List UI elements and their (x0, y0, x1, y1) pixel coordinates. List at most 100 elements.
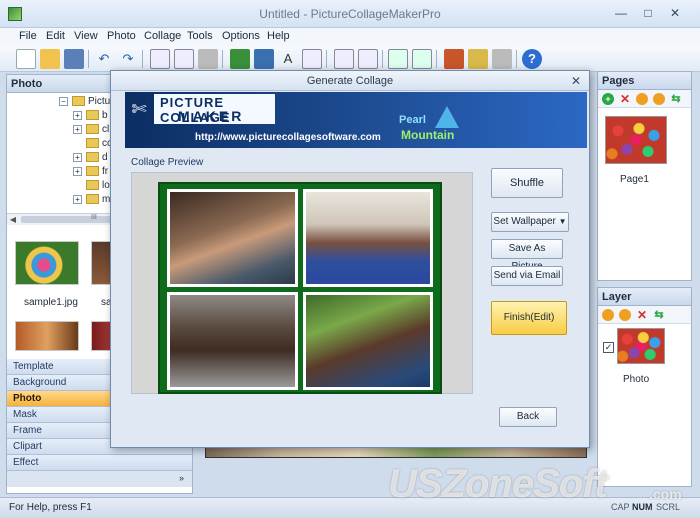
chevron-down-icon[interactable]: » (179, 473, 184, 483)
new-file-icon[interactable] (16, 49, 36, 69)
save-as-picture-button[interactable]: Save As Picture (491, 239, 563, 272)
layer-visibility-checkbox[interactable]: ✓ (603, 342, 614, 353)
collage-preview-area (131, 172, 473, 394)
shuffle-button[interactable]: Shuffle (491, 168, 563, 198)
page-setup-icon[interactable] (334, 49, 354, 69)
collage-photo-1[interactable] (167, 189, 298, 287)
layout-icon[interactable] (388, 49, 408, 69)
undo-icon[interactable]: ↶ (94, 49, 114, 69)
print-icon[interactable] (198, 49, 218, 69)
save-icon[interactable] (64, 49, 84, 69)
menu-options[interactable]: Options (222, 30, 260, 42)
category-effect[interactable]: Effect (7, 455, 192, 471)
wallpaper-icon[interactable] (444, 49, 464, 69)
move-page-up-icon[interactable] (636, 93, 648, 105)
menu-tools[interactable]: Tools (187, 30, 213, 42)
close-window-button[interactable]: ✕ (664, 5, 686, 22)
delete-page-icon[interactable]: ✕ (619, 93, 631, 105)
menu-file[interactable]: File (19, 30, 37, 42)
redo-icon[interactable]: ↷ (118, 49, 138, 69)
product-banner: ✄ PICTURE COLLAGE MAKER Pearl Mountain h… (125, 92, 587, 148)
minimize-button[interactable]: — (610, 5, 632, 22)
add-text-icon[interactable]: A (278, 49, 298, 69)
collage-photo-4[interactable] (303, 292, 433, 390)
add-clipart-icon[interactable] (254, 49, 274, 69)
layer-down-icon[interactable] (619, 309, 631, 321)
print-preview-icon[interactable] (492, 49, 512, 69)
banner-url: http://www.picturecollagesoftware.com (195, 132, 381, 143)
set-wallpaper-button[interactable]: Set Wallpaper ▼ (491, 212, 569, 232)
pages-panel: Pages + ✕ ⇆ Page1 (597, 71, 692, 281)
paste-icon[interactable] (174, 49, 194, 69)
move-page-down-icon[interactable] (653, 93, 665, 105)
page-caption: Page1 (620, 174, 649, 185)
tree-item[interactable]: + m (73, 193, 110, 206)
layer-panel: Layer ✕ ⇆ ✓ Photo (597, 287, 692, 487)
menu-bar: File Edit View Photo Collage Tools Optio… (0, 28, 700, 47)
menu-help[interactable]: Help (267, 30, 290, 42)
watermark: USZoneSoft (388, 462, 608, 506)
menu-collage[interactable]: Collage (144, 30, 181, 42)
finish-edit-button[interactable]: Finish(Edit) (491, 301, 567, 335)
brand-line1: Pearl (399, 114, 426, 126)
status-num: NUM (632, 502, 653, 512)
layer-thumbnail[interactable] (617, 328, 665, 364)
menu-photo[interactable]: Photo (107, 30, 136, 42)
category-expander[interactable]: » (7, 471, 192, 487)
email-icon[interactable] (468, 49, 488, 69)
tree-item[interactable]: + d (73, 151, 108, 164)
collage-preview-label: Collage Preview (131, 157, 204, 168)
add-page-icon[interactable]: + (602, 93, 614, 105)
copy-icon[interactable] (150, 49, 170, 69)
layer-caption: Photo (623, 374, 650, 385)
open-folder-icon[interactable] (40, 49, 60, 69)
scissors-icon: ✄ (131, 99, 147, 119)
thumbnail-caption: sample1.jpg (24, 297, 78, 308)
delete-layer-icon[interactable]: ✕ (636, 309, 648, 321)
window-title-bar: Untitled - PictureCollageMakerPro — □ ✕ (0, 0, 700, 28)
status-help-text: For Help, press F1 (9, 502, 92, 513)
layer-up-icon[interactable] (602, 309, 614, 321)
generate-collage-dialog: Generate Collage ✕ ✄ PICTURE COLLAGE MAK… (110, 70, 590, 448)
watermark-suffix: .com (649, 486, 682, 502)
collage-photo-2[interactable] (303, 189, 433, 287)
pages-panel-title: Pages (598, 72, 691, 90)
tree-item[interactable]: + fr (73, 165, 108, 178)
refresh-layers-icon[interactable]: ⇆ (653, 309, 665, 321)
send-via-email-button[interactable]: Send via Email (491, 266, 563, 286)
tree-item[interactable]: + b (73, 109, 108, 122)
help-icon[interactable]: ? (522, 49, 542, 69)
brand-line2: Mountain (401, 128, 455, 142)
dialog-title: Generate Collage (306, 75, 394, 87)
export-icon[interactable] (358, 49, 378, 69)
status-cap: CAP (611, 502, 630, 512)
dialog-title-bar: Generate Collage ✕ (111, 71, 589, 91)
layer-toolbar: ✕ ⇆ (598, 306, 691, 324)
tree-item[interactable]: lo (86, 179, 110, 192)
maximize-button[interactable]: □ (637, 5, 659, 22)
thumbnail-sample1[interactable] (15, 241, 79, 285)
tree-item[interactable]: cc (86, 137, 112, 150)
mountain-logo-icon (435, 106, 459, 128)
page-thumbnail[interactable] (605, 116, 667, 164)
add-shape-icon[interactable] (302, 49, 322, 69)
fit-icon[interactable] (412, 49, 432, 69)
refresh-pages-icon[interactable]: ⇆ (670, 93, 682, 105)
status-scrl: SCRL (656, 502, 681, 512)
chevron-down-icon: ▼ (558, 217, 567, 226)
layer-panel-title: Layer (598, 288, 691, 306)
thumbnail-sample3[interactable] (15, 321, 79, 351)
tree-item[interactable]: + cl (73, 123, 109, 136)
product-logo: PICTURE COLLAGE MAKER (151, 94, 275, 125)
close-icon[interactable]: ✕ (571, 74, 581, 88)
menu-view[interactable]: View (74, 30, 98, 42)
collage-frame (158, 182, 442, 394)
menu-edit[interactable]: Edit (46, 30, 65, 42)
add-photo-icon[interactable] (230, 49, 250, 69)
toolbar: ↶ ↷ A ? (0, 47, 700, 72)
collage-photo-3[interactable] (167, 292, 298, 390)
window-title: Untitled - PictureCollageMakerPro (259, 7, 441, 21)
tree-item[interactable]: − Pictu (59, 95, 110, 108)
back-button[interactable]: Back (499, 407, 557, 427)
scroll-left-icon[interactable]: ◀ (7, 214, 19, 225)
